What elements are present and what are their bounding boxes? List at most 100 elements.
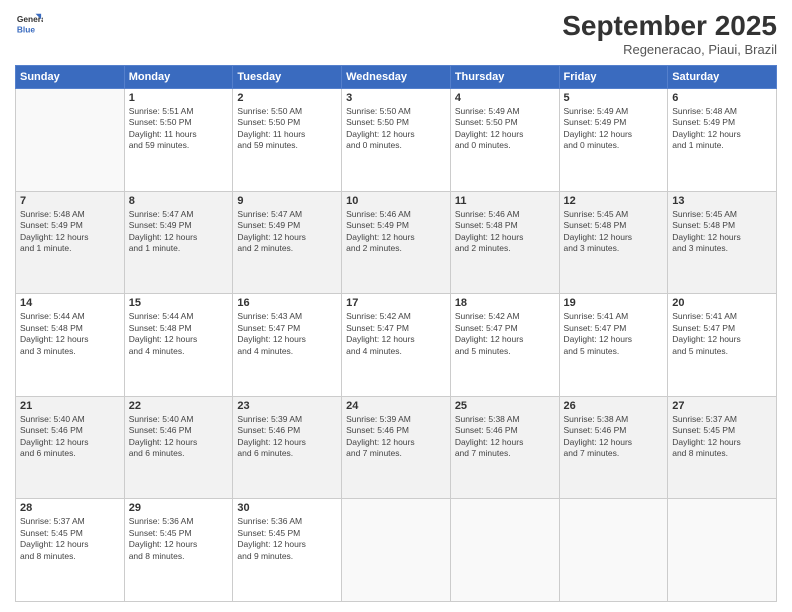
day-number: 24 xyxy=(346,400,446,412)
day-number: 25 xyxy=(455,400,555,412)
day-header-saturday: Saturday xyxy=(668,66,777,89)
day-info: Sunrise: 5:48 AM Sunset: 5:49 PM Dayligh… xyxy=(672,106,772,152)
day-number: 29 xyxy=(129,502,229,514)
day-info: Sunrise: 5:41 AM Sunset: 5:47 PM Dayligh… xyxy=(672,311,772,357)
calendar-cell: 24 Sunrise: 5:39 AM Sunset: 5:46 PM Dayli… xyxy=(342,396,451,499)
day-header-wednesday: Wednesday xyxy=(342,66,451,89)
calendar-cell: 29 Sunrise: 5:36 AM Sunset: 5:45 PM Dayli… xyxy=(124,499,233,602)
month-title: September 2025 xyxy=(562,10,777,42)
page: General Blue September 2025 Regeneracao,… xyxy=(0,0,792,612)
day-info: Sunrise: 5:47 AM Sunset: 5:49 PM Dayligh… xyxy=(237,209,337,255)
calendar-header-row: SundayMondayTuesdayWednesdayThursdayFrid… xyxy=(16,66,777,89)
calendar-cell: 18Sunrise: 5:42 AM Sunset: 5:47 PM Dayli… xyxy=(450,294,559,397)
calendar-week-row: 7Sunrise: 5:48 AM Sunset: 5:49 PM Daylig… xyxy=(16,191,777,294)
day-info: Sunrise: 5:47 AM Sunset: 5:49 PM Dayligh… xyxy=(129,209,229,255)
day-number: 21 xyxy=(20,400,120,412)
calendar-cell: 21 Sunrise: 5:40 AM Sunset: 5:46 PM Dayli… xyxy=(16,396,125,499)
day-number: 26 xyxy=(564,400,664,412)
calendar-cell: 30 Sunrise: 5:36 AM Sunset: 5:45 PM Dayli… xyxy=(233,499,342,602)
calendar-week-row: 28 Sunrise: 5:37 AM Sunset: 5:45 PM Dayli… xyxy=(16,499,777,602)
day-number: 5 xyxy=(564,92,664,104)
day-info: Sunrise: 5:39 AM Sunset: 5:46 PM Dayligh… xyxy=(237,414,337,460)
calendar-cell: 1 Sunrise: 5:51 AM Sunset: 5:50 PM Daylig… xyxy=(124,89,233,192)
day-number: 14 xyxy=(20,297,120,309)
day-info: Sunrise: 5:39 AM Sunset: 5:46 PM Dayligh… xyxy=(346,414,446,460)
day-info: Sunrise: 5:40 AM Sunset: 5:46 PM Dayligh… xyxy=(20,414,120,460)
calendar-cell: 28 Sunrise: 5:37 AM Sunset: 5:45 PM Dayli… xyxy=(16,499,125,602)
day-info: Sunrise: 5:37 AM Sunset: 5:45 PM Dayligh… xyxy=(20,516,120,562)
day-number: 10 xyxy=(346,195,446,207)
calendar-cell: 14 Sunrise: 5:44 AM Sunset: 5:48 PM Dayli… xyxy=(16,294,125,397)
day-info: Sunrise: 5:50 AM Sunset: 5:50 PM Dayligh… xyxy=(237,106,337,152)
calendar-cell xyxy=(16,89,125,192)
day-info: Sunrise: 5:40 AM Sunset: 5:46 PM Dayligh… xyxy=(129,414,229,460)
day-info: Sunrise: 5:36 AM Sunset: 5:45 PM Dayligh… xyxy=(237,516,337,562)
logo-icon: General Blue xyxy=(15,10,43,38)
day-number: 12 xyxy=(564,195,664,207)
header: General Blue September 2025 Regeneracao,… xyxy=(15,10,777,57)
calendar-cell: 17 Sunrise: 5:42 AM Sunset: 5:47 PM Dayli… xyxy=(342,294,451,397)
day-header-thursday: Thursday xyxy=(450,66,559,89)
calendar-cell: 20Sunrise: 5:41 AM Sunset: 5:47 PM Dayli… xyxy=(668,294,777,397)
day-info: Sunrise: 5:45 AM Sunset: 5:48 PM Dayligh… xyxy=(672,209,772,255)
day-number: 9 xyxy=(237,195,337,207)
calendar-cell: 5 Sunrise: 5:49 AM Sunset: 5:49 PM Daylig… xyxy=(559,89,668,192)
day-number: 7 xyxy=(20,195,120,207)
day-number: 13 xyxy=(672,195,772,207)
day-number: 27 xyxy=(672,400,772,412)
day-info: Sunrise: 5:49 AM Sunset: 5:49 PM Dayligh… xyxy=(564,106,664,152)
day-number: 30 xyxy=(237,502,337,514)
logo: General Blue xyxy=(15,10,45,38)
day-number: 1 xyxy=(129,92,229,104)
calendar-cell xyxy=(668,499,777,602)
calendar-week-row: 21 Sunrise: 5:40 AM Sunset: 5:46 PM Dayli… xyxy=(16,396,777,499)
calendar-cell: 12 Sunrise: 5:45 AM Sunset: 5:48 PM Dayli… xyxy=(559,191,668,294)
day-number: 4 xyxy=(455,92,555,104)
day-number: 22 xyxy=(129,400,229,412)
location-subtitle: Regeneracao, Piaui, Brazil xyxy=(562,42,777,57)
calendar-cell: 23 Sunrise: 5:39 AM Sunset: 5:46 PM Dayli… xyxy=(233,396,342,499)
calendar-cell xyxy=(450,499,559,602)
calendar-cell: 11 Sunrise: 5:46 AM Sunset: 5:48 PM Dayli… xyxy=(450,191,559,294)
calendar-table: SundayMondayTuesdayWednesdayThursdayFrid… xyxy=(15,65,777,602)
svg-text:Blue: Blue xyxy=(17,24,35,34)
day-info: Sunrise: 5:43 AM Sunset: 5:47 PM Dayligh… xyxy=(237,311,337,357)
calendar-cell: 13 Sunrise: 5:45 AM Sunset: 5:48 PM Dayli… xyxy=(668,191,777,294)
calendar-cell: 26Sunrise: 5:38 AM Sunset: 5:46 PM Dayli… xyxy=(559,396,668,499)
calendar-cell: 4 Sunrise: 5:49 AM Sunset: 5:50 PM Daylig… xyxy=(450,89,559,192)
day-info: Sunrise: 5:37 AM Sunset: 5:45 PM Dayligh… xyxy=(672,414,772,460)
day-info: Sunrise: 5:36 AM Sunset: 5:45 PM Dayligh… xyxy=(129,516,229,562)
day-info: Sunrise: 5:49 AM Sunset: 5:50 PM Dayligh… xyxy=(455,106,555,152)
calendar-cell: 27 Sunrise: 5:37 AM Sunset: 5:45 PM Dayli… xyxy=(668,396,777,499)
day-info: Sunrise: 5:42 AM Sunset: 5:47 PM Dayligh… xyxy=(346,311,446,357)
day-number: 15 xyxy=(129,297,229,309)
day-info: Sunrise: 5:46 AM Sunset: 5:49 PM Dayligh… xyxy=(346,209,446,255)
calendar-cell: 10 Sunrise: 5:46 AM Sunset: 5:49 PM Dayli… xyxy=(342,191,451,294)
calendar-week-row: 1 Sunrise: 5:51 AM Sunset: 5:50 PM Daylig… xyxy=(16,89,777,192)
calendar-cell: 16 Sunrise: 5:43 AM Sunset: 5:47 PM Dayli… xyxy=(233,294,342,397)
day-number: 2 xyxy=(237,92,337,104)
day-info: Sunrise: 5:41 AM Sunset: 5:47 PM Dayligh… xyxy=(564,311,664,357)
day-number: 11 xyxy=(455,195,555,207)
day-number: 19 xyxy=(564,297,664,309)
day-info: Sunrise: 5:42 AM Sunset: 5:47 PM Dayligh… xyxy=(455,311,555,357)
calendar-cell: 15Sunrise: 5:44 AM Sunset: 5:48 PM Dayli… xyxy=(124,294,233,397)
day-info: Sunrise: 5:45 AM Sunset: 5:48 PM Dayligh… xyxy=(564,209,664,255)
day-header-sunday: Sunday xyxy=(16,66,125,89)
day-number: 17 xyxy=(346,297,446,309)
day-info: Sunrise: 5:51 AM Sunset: 5:50 PM Dayligh… xyxy=(129,106,229,152)
day-number: 3 xyxy=(346,92,446,104)
day-info: Sunrise: 5:46 AM Sunset: 5:48 PM Dayligh… xyxy=(455,209,555,255)
calendar-week-row: 14 Sunrise: 5:44 AM Sunset: 5:48 PM Dayli… xyxy=(16,294,777,397)
day-header-tuesday: Tuesday xyxy=(233,66,342,89)
calendar-cell: 6Sunrise: 5:48 AM Sunset: 5:49 PM Daylig… xyxy=(668,89,777,192)
day-number: 16 xyxy=(237,297,337,309)
day-info: Sunrise: 5:44 AM Sunset: 5:48 PM Dayligh… xyxy=(20,311,120,357)
day-number: 23 xyxy=(237,400,337,412)
day-info: Sunrise: 5:38 AM Sunset: 5:46 PM Dayligh… xyxy=(455,414,555,460)
calendar-cell: 3Sunrise: 5:50 AM Sunset: 5:50 PM Daylig… xyxy=(342,89,451,192)
day-header-friday: Friday xyxy=(559,66,668,89)
calendar-cell xyxy=(342,499,451,602)
day-number: 28 xyxy=(20,502,120,514)
title-block: September 2025 Regeneracao, Piaui, Brazi… xyxy=(562,10,777,57)
